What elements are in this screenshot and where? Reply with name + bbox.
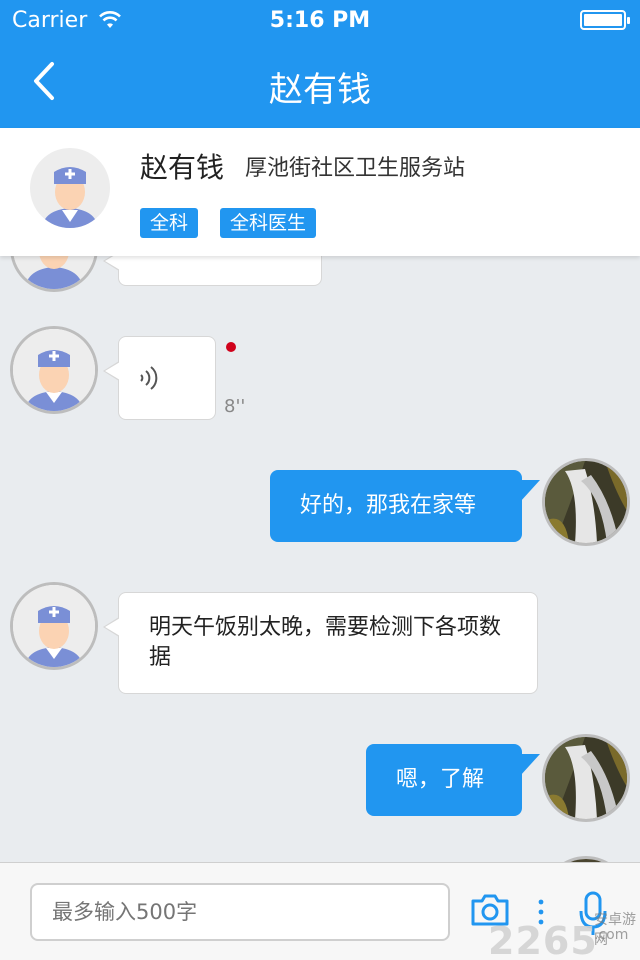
doctor-name: 赵有钱 xyxy=(140,151,225,184)
clock: 5:16 PM xyxy=(269,8,371,33)
doctor-avatar-icon[interactable] xyxy=(10,582,98,670)
watermark-domain: .com xyxy=(594,927,629,943)
input-bar: 2265 安卓游网 .com xyxy=(0,862,640,960)
doctor-avatar-icon xyxy=(30,148,110,228)
voice-message-bubble[interactable] xyxy=(103,336,216,420)
top-bar: Carrier 5:16 PM 赵有钱 xyxy=(0,0,640,128)
tag-department: 全科 xyxy=(140,208,199,238)
voice-duration: 8'' xyxy=(224,396,246,417)
watermark-logo: 2265 xyxy=(488,919,598,960)
message-input[interactable] xyxy=(30,883,450,941)
unread-dot xyxy=(226,342,236,352)
user-avatar[interactable] xyxy=(542,734,630,822)
doctor-avatar-icon[interactable] xyxy=(10,256,98,292)
chat-area[interactable]: 8'' 好的，那我在家等 明天午饭别太晚，需要检测下各项数据 嗯，了解 xyxy=(0,256,640,862)
doctor-card[interactable]: 赵有钱 厚池街社区卫生服务站 全科 全科医生 xyxy=(0,128,640,256)
doctor-avatar-icon[interactable] xyxy=(10,326,98,414)
user-avatar[interactable] xyxy=(542,458,630,546)
message-text: 明天午饭别太晚，需要检测下各项数据 xyxy=(149,615,502,670)
doctor-organization: 厚池街社区卫生服务站 xyxy=(245,156,466,181)
voice-wave-icon xyxy=(140,366,158,390)
message-bubble-sent[interactable]: 嗯，了解 xyxy=(366,744,540,816)
message-text: 嗯，了解 xyxy=(396,767,485,792)
message-bubble-cut[interactable] xyxy=(103,256,322,286)
tag-title: 全科医生 xyxy=(220,208,317,238)
page-title: 赵有钱 xyxy=(269,70,371,110)
battery-icon xyxy=(580,10,630,30)
message-bubble-sent[interactable]: 好的，那我在家等 xyxy=(270,470,540,542)
message-text: 好的，那我在家等 xyxy=(300,493,477,518)
message-bubble-received[interactable]: 明天午饭别太晚，需要检测下各项数据 xyxy=(103,592,538,694)
status-bar: Carrier 5:16 PM xyxy=(0,0,640,40)
